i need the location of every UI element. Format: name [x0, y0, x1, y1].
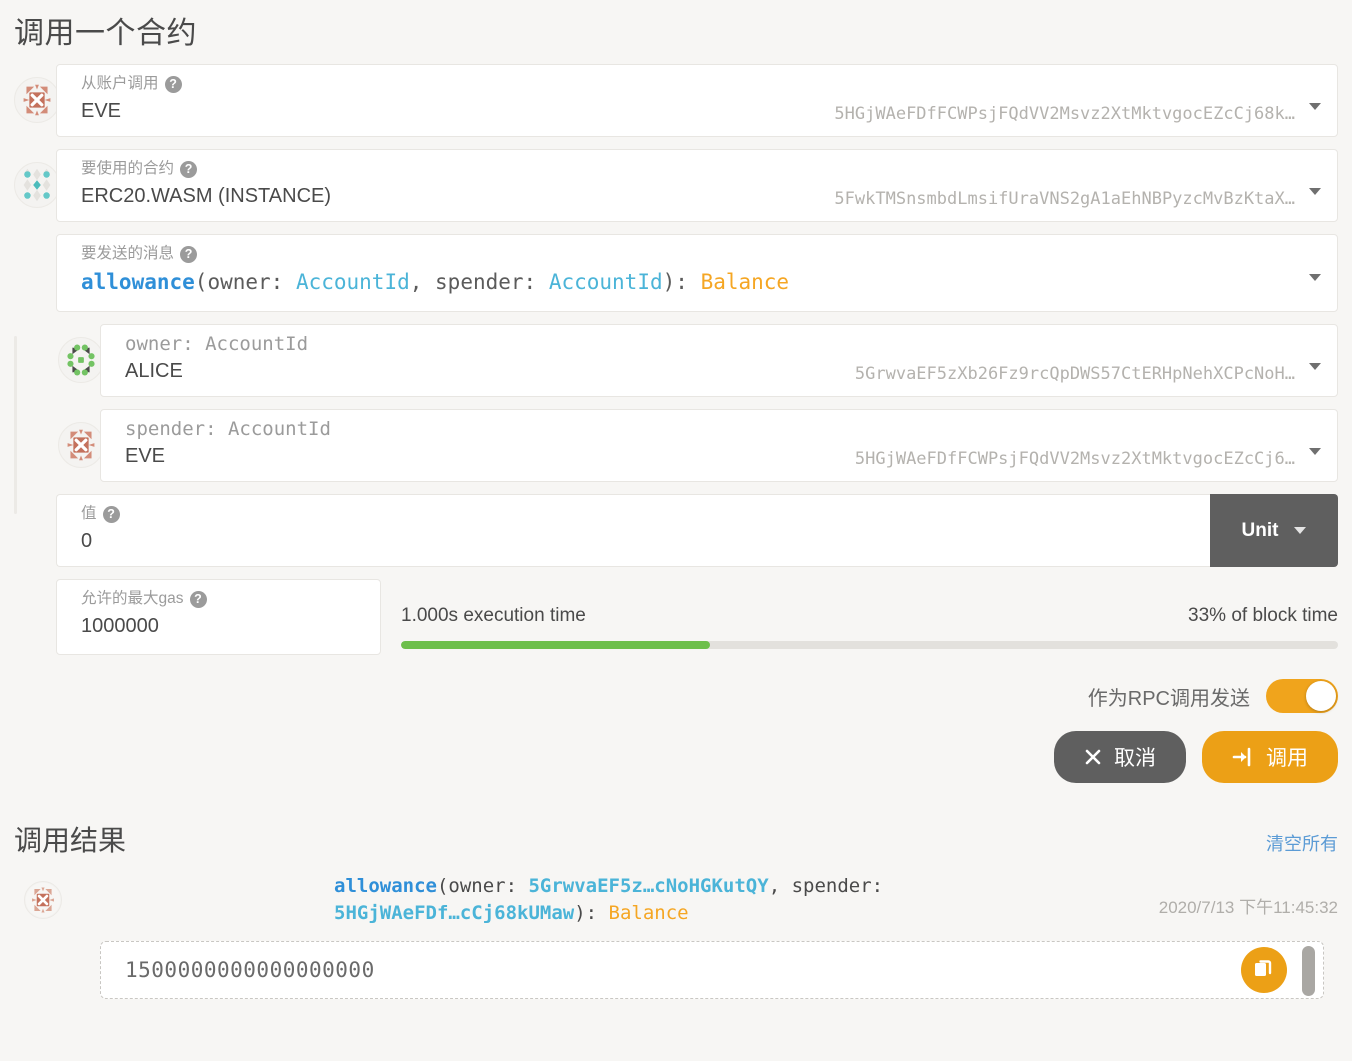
- result-spender-address: 5HGjWAeFDf…cCj68kUMaw: [334, 902, 575, 924]
- rpc-toggle-label: 作为RPC调用发送: [1087, 687, 1250, 710]
- arg-row-spender: spender: AccountId EVE 5HGjWAeFDfFCWPsjF…: [0, 409, 1352, 482]
- copy-icon: [1253, 957, 1275, 984]
- value-row: 值 ? 0 Unit: [0, 494, 1352, 567]
- sign-in-icon: [1232, 747, 1254, 767]
- results-title: 调用结果: [14, 825, 127, 856]
- result-entry: allowance(owner: 5GrwvaEF5z…cNoHGKutQY, …: [0, 873, 1352, 999]
- contract-label: 要使用的合约 ?: [81, 159, 1297, 179]
- value-label: 值 ?: [81, 504, 1170, 524]
- alice-identicon: [58, 337, 104, 383]
- from-account-address: 5HGjWAeFDfFCWPsjFQdVV2Msvz2XtMktvgocEZcC…: [834, 104, 1295, 124]
- close-icon: [1084, 748, 1102, 766]
- result-timestamp: 2020/7/13 下午11:45:32: [1158, 898, 1338, 917]
- execution-progress: 1.000s execution time 33% of block time: [381, 579, 1338, 649]
- result-value: 1500000000000000000: [125, 958, 375, 982]
- results-header: 调用结果 清空所有: [0, 819, 1352, 859]
- message-signature: allowance(owner: AccountId, spender: Acc…: [81, 270, 790, 294]
- eve-identicon: [14, 77, 60, 123]
- message-row: 要发送的消息 ? allowance(owner: AccountId, spe…: [0, 234, 1352, 312]
- toggle-knob: [1306, 681, 1336, 711]
- arg-owner-address: 5GrwvaEF5zXb26Fz9rcQpDWS57CtERHpNehXCPcN…: [854, 364, 1295, 384]
- gas-input[interactable]: 允许的最大gas ? 1000000: [56, 579, 381, 655]
- result-scrollbar-thumb[interactable]: [1302, 946, 1315, 996]
- chevron-down-icon[interactable]: [1309, 363, 1321, 370]
- help-icon[interactable]: ?: [102, 505, 120, 523]
- from-account-row: 从账户调用 ? EVE 5HGjWAeFDfFCWPsjFQdVV2Msvz2X…: [0, 64, 1352, 137]
- progress-track: [401, 641, 1338, 649]
- copy-button[interactable]: [1241, 947, 1287, 993]
- message-select[interactable]: 要发送的消息 ? allowance(owner: AccountId, spe…: [56, 234, 1338, 312]
- message-label: 要发送的消息 ?: [81, 244, 1297, 264]
- eve-identicon: [24, 881, 62, 919]
- block-time-label: 33% of block time: [1188, 605, 1338, 626]
- value-input[interactable]: 值 ? 0: [56, 494, 1210, 567]
- arg-spender-label: spender: AccountId: [125, 418, 331, 440]
- chevron-down-icon[interactable]: [1309, 188, 1321, 195]
- contract-select[interactable]: 要使用的合约 ? ERC20.WASM (INSTANCE) 5FwkTMSns…: [56, 149, 1338, 222]
- from-account-label: 从账户调用 ?: [81, 74, 1297, 94]
- cancel-button[interactable]: 取消: [1054, 731, 1186, 783]
- gas-value: 1000000: [81, 615, 159, 637]
- call-button[interactable]: 调用: [1202, 731, 1338, 783]
- contract-row: 要使用的合约 ? ERC20.WASM (INSTANCE) 5FwkTMSns…: [0, 149, 1352, 222]
- help-icon[interactable]: ?: [180, 245, 198, 263]
- cancel-button-label: 取消: [1114, 747, 1156, 770]
- unit-label: Unit: [1241, 519, 1279, 541]
- unit-dropdown-button[interactable]: Unit: [1210, 494, 1338, 567]
- gas-and-execution-row: 允许的最大gas ? 1000000 1.000s execution time…: [0, 579, 1352, 655]
- clear-all-link[interactable]: 清空所有: [1266, 830, 1338, 856]
- rpc-toggle-switch[interactable]: [1266, 679, 1338, 713]
- page-title: 调用一个合约: [14, 17, 197, 50]
- arg-spender-select[interactable]: spender: AccountId EVE 5HGjWAeFDfFCWPsjF…: [100, 409, 1338, 482]
- help-icon[interactable]: ?: [189, 590, 207, 608]
- arg-owner-label: owner: AccountId: [125, 333, 309, 355]
- chevron-down-icon[interactable]: [1309, 448, 1321, 455]
- gas-label: 允许的最大gas ?: [81, 589, 340, 609]
- chevron-down-icon: [1294, 527, 1307, 534]
- result-owner-address: 5GrwvaEF5z…cNoHGKutQY: [528, 875, 769, 897]
- call-button-label: 调用: [1266, 747, 1308, 770]
- arg-spender-address: 5HGjWAeFDfFCWPsjFQdVV2Msvz2XtMktvgocEZcC…: [854, 449, 1295, 469]
- eve-identicon: [58, 422, 104, 468]
- contract-address: 5FwkTMSnsmbdLmsifUraVNS2gA1aEhNBPyzcMvBz…: [834, 189, 1295, 209]
- rpc-toggle-row: 作为RPC调用发送: [0, 679, 1352, 713]
- progress-fill: [401, 641, 711, 649]
- from-account-select[interactable]: 从账户调用 ? EVE 5HGjWAeFDfFCWPsjFQdVV2Msvz2X…: [56, 64, 1338, 137]
- contract-identicon: [14, 162, 60, 208]
- execution-time-label: 1.000s execution time: [401, 605, 586, 626]
- action-buttons: 取消 调用: [0, 731, 1352, 783]
- result-value-box: 1500000000000000000: [100, 941, 1324, 999]
- help-icon[interactable]: ?: [164, 75, 182, 93]
- chevron-down-icon[interactable]: [1309, 274, 1321, 281]
- arg-owner-select[interactable]: owner: AccountId ALICE 5GrwvaEF5zXb26Fz9…: [100, 324, 1338, 397]
- help-icon[interactable]: ?: [180, 160, 198, 178]
- message-fn-name: allowance: [81, 270, 195, 294]
- chevron-down-icon[interactable]: [1309, 103, 1321, 110]
- gas-field: 允许的最大gas ? 1000000: [56, 579, 381, 655]
- arg-row-owner: owner: AccountId ALICE 5GrwvaEF5zXb26Fz9…: [0, 324, 1352, 397]
- result-signature: allowance(owner: 5GrwvaEF5z…cNoHGKutQY, …: [334, 875, 884, 924]
- value-amount: 0: [81, 530, 93, 552]
